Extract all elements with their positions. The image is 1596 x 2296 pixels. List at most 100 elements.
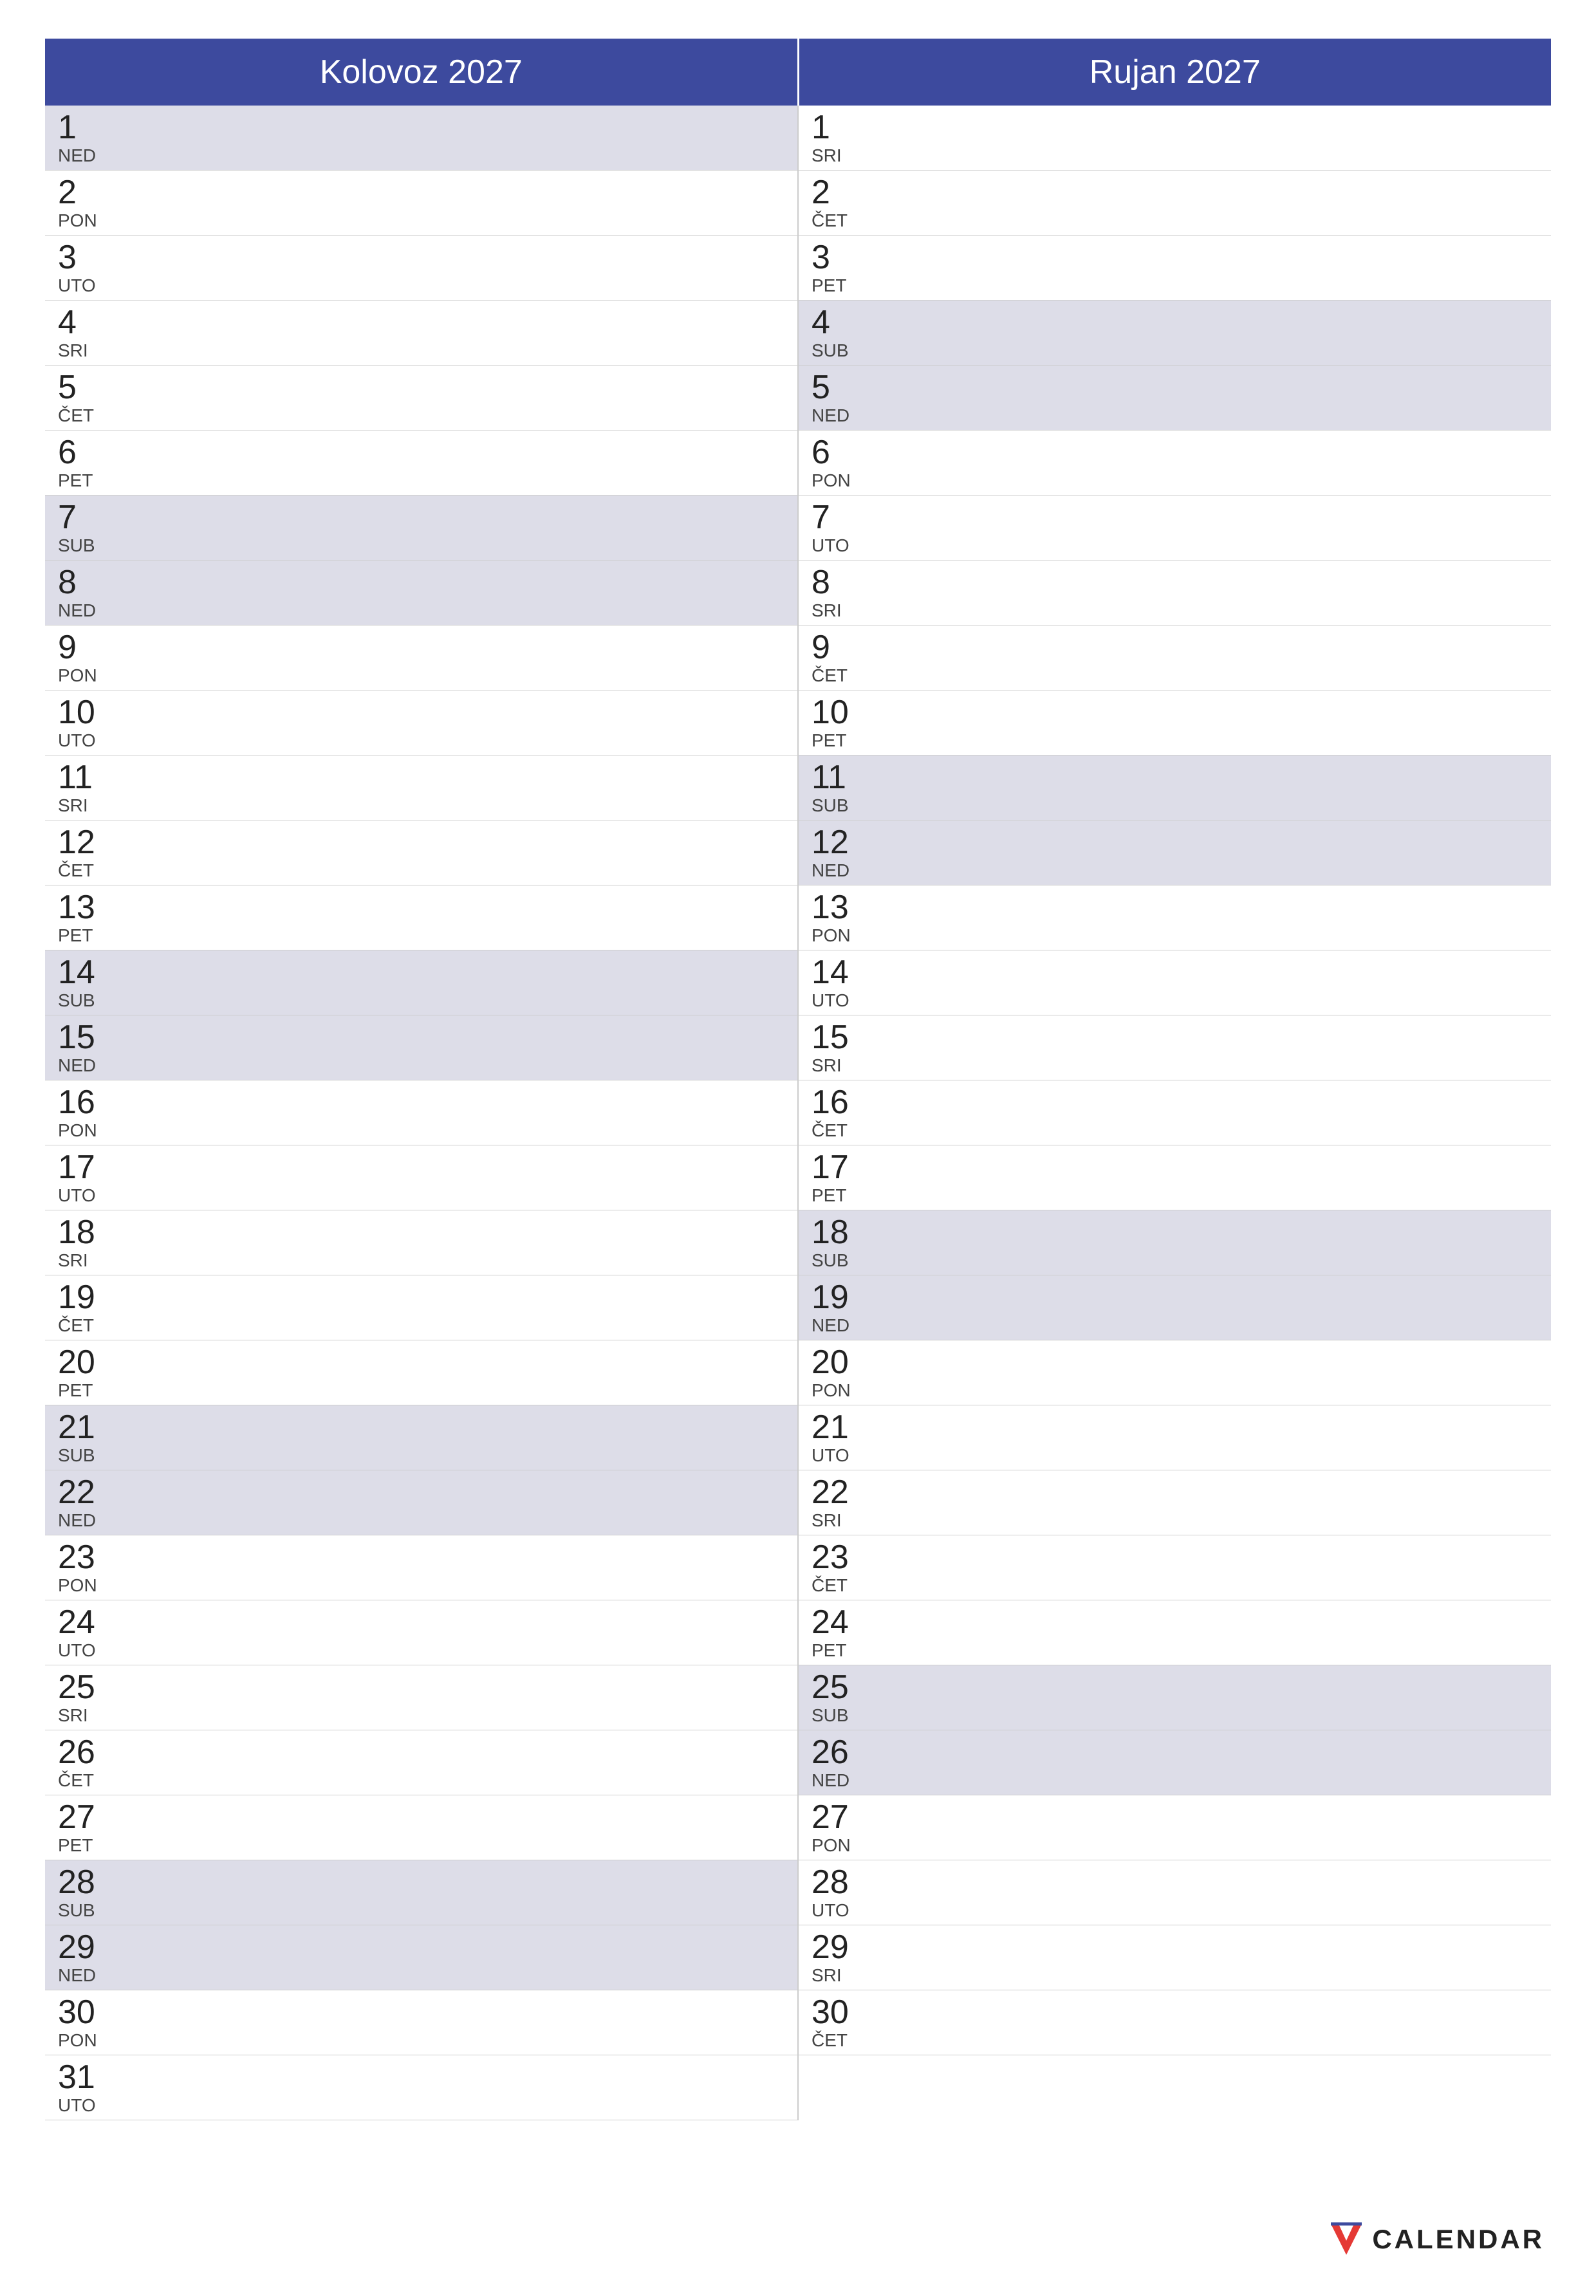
day-row: 10 PET <box>799 690 1551 755</box>
day-row: 9 PON <box>45 625 797 690</box>
day-number: 28 <box>812 1866 863 1899</box>
day-row: 24 UTO <box>45 1600 797 1665</box>
day-info: 30 ČET <box>812 1995 863 2050</box>
day-number: 23 <box>58 1541 109 1574</box>
day-info: 28 SUB <box>58 1866 109 1920</box>
day-row: 16 ČET <box>799 1080 1551 1145</box>
day-info: 21 UTO <box>812 1411 863 1465</box>
day-info: 3 PET <box>812 241 863 295</box>
day-name: SRI <box>812 602 863 620</box>
day-number: 13 <box>812 891 863 924</box>
day-name: PON <box>58 212 109 230</box>
day-number: 9 <box>58 631 109 664</box>
day-row: 25 SUB <box>799 1665 1551 1730</box>
day-number: 1 <box>58 111 109 144</box>
day-number: 24 <box>58 1606 109 1639</box>
day-info: 24 UTO <box>58 1606 109 1660</box>
day-number: 19 <box>58 1281 109 1314</box>
day-row: 30 ČET <box>799 1990 1551 2055</box>
day-info: 8 SRI <box>812 566 863 620</box>
day-name: ČET <box>812 1122 863 1140</box>
day-row: 13 PET <box>45 885 797 950</box>
day-info: 6 PET <box>58 436 109 490</box>
day-row: 7 SUB <box>45 495 797 560</box>
day-row: 6 PET <box>45 430 797 495</box>
logo-icon <box>1328 2221 1364 2257</box>
day-number: 13 <box>58 891 109 924</box>
day-info: 7 UTO <box>812 501 863 555</box>
day-info: 12 NED <box>812 826 863 880</box>
day-number: 11 <box>812 761 863 794</box>
day-number: 16 <box>58 1086 109 1119</box>
day-info: 17 UTO <box>58 1151 109 1205</box>
day-row: 27 PON <box>799 1795 1551 1860</box>
day-info: 23 PON <box>58 1541 109 1595</box>
day-number: 10 <box>58 696 109 729</box>
day-info: 15 SRI <box>812 1021 863 1075</box>
day-number: 5 <box>812 371 863 404</box>
day-info: 17 PET <box>812 1151 863 1205</box>
day-info: 10 UTO <box>58 696 109 750</box>
day-number: 29 <box>58 1930 109 1964</box>
day-name: UTO <box>812 1447 863 1465</box>
day-name: ČET <box>58 1317 109 1335</box>
day-name: SUB <box>58 1902 109 1920</box>
day-name: NED <box>812 1772 863 1790</box>
day-number: 15 <box>812 1021 863 1054</box>
day-number: 24 <box>812 1606 863 1639</box>
day-number: 5 <box>58 371 109 404</box>
day-row: 7 UTO <box>799 495 1551 560</box>
day-name: ČET <box>812 667 863 685</box>
day-name: SRI <box>812 1967 863 1985</box>
day-info: 13 PON <box>812 891 863 945</box>
day-name: NED <box>812 407 863 425</box>
day-name: PON <box>58 1577 109 1595</box>
day-number: 27 <box>812 1801 863 1834</box>
day-name: SUB <box>58 1447 109 1465</box>
day-row: 3 PET <box>799 236 1551 301</box>
day-name: PET <box>58 1382 109 1400</box>
day-name: SUB <box>812 1707 863 1725</box>
day-number: 18 <box>812 1216 863 1249</box>
day-name: ČET <box>58 407 109 425</box>
day-row: 5 ČET <box>45 366 797 430</box>
day-number: 6 <box>812 436 863 469</box>
day-row: 15 SRI <box>799 1015 1551 1080</box>
day-info: 26 NED <box>812 1736 863 1790</box>
day-number: 20 <box>58 1346 109 1379</box>
day-row: 8 NED <box>45 560 797 625</box>
day-info: 16 ČET <box>812 1086 863 1140</box>
day-info: 5 ČET <box>58 371 109 425</box>
day-number: 8 <box>812 566 863 599</box>
day-row: 31 UTO <box>45 2055 797 2120</box>
day-number: 25 <box>812 1671 863 1704</box>
day-name: UTO <box>58 732 109 750</box>
day-number: 10 <box>812 696 863 729</box>
day-row: 6 PON <box>799 430 1551 495</box>
day-number: 19 <box>812 1281 863 1314</box>
day-number: 11 <box>58 761 109 794</box>
day-name: ČET <box>58 1772 109 1790</box>
day-info: 9 ČET <box>812 631 863 685</box>
day-name: NED <box>58 1512 109 1530</box>
day-info: 2 PON <box>58 176 109 230</box>
header-row: Kolovoz 2027 Rujan 2027 <box>45 39 1551 106</box>
day-row: 28 SUB <box>45 1860 797 1925</box>
day-number: 15 <box>58 1021 109 1054</box>
day-row: 23 PON <box>45 1535 797 1600</box>
day-row: 5 NED <box>799 366 1551 430</box>
day-row: 22 SRI <box>799 1470 1551 1535</box>
day-name: PON <box>58 2032 109 2050</box>
day-name: SRI <box>812 147 863 165</box>
day-name: UTO <box>812 992 863 1010</box>
day-row: 9 ČET <box>799 625 1551 690</box>
footer-logo: CALENDAR <box>1328 2221 1545 2257</box>
day-number: 7 <box>812 501 863 534</box>
day-name: ČET <box>812 212 863 230</box>
day-row: 10 UTO <box>45 690 797 755</box>
day-row: 1 NED <box>45 106 797 171</box>
day-number: 30 <box>58 1995 109 2029</box>
day-name: ČET <box>812 1577 863 1595</box>
day-info: 24 PET <box>812 1606 863 1660</box>
day-name: NED <box>58 1057 109 1075</box>
